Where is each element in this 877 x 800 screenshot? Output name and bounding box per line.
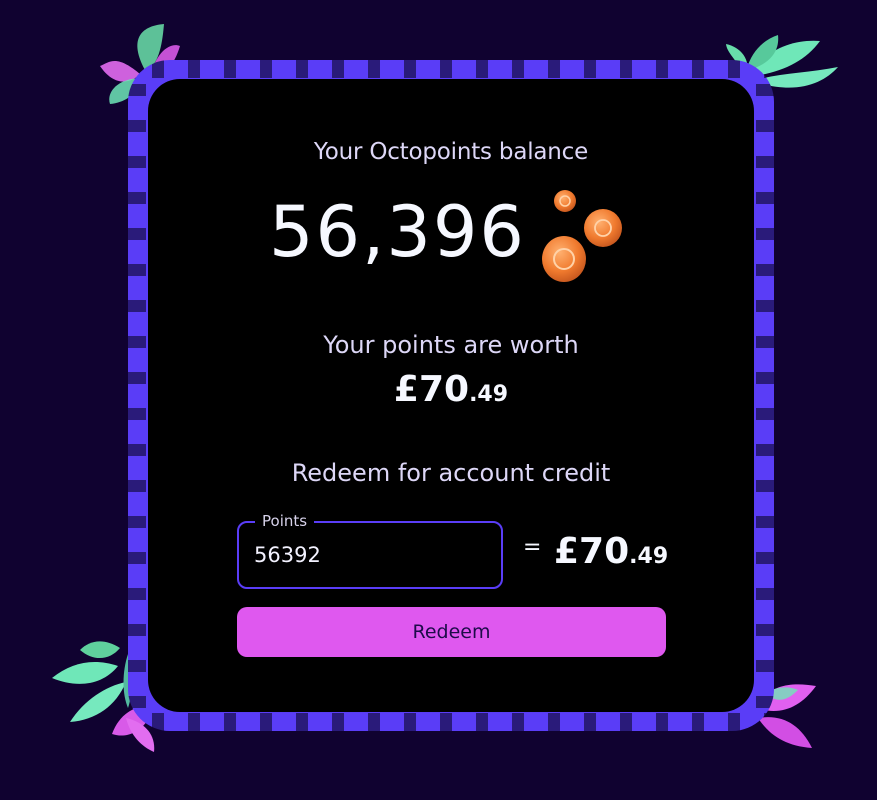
balance-row: 56,396: [148, 189, 754, 285]
points-field[interactable]: Points: [237, 512, 503, 589]
worth-pounds: £70: [393, 369, 470, 410]
worth-label: Your points are worth: [323, 331, 579, 359]
balance-value: 56,396: [269, 191, 526, 273]
equals-sign: =: [523, 535, 542, 560]
worth-pence: .49: [469, 382, 509, 407]
redeem-button[interactable]: Redeem: [237, 607, 666, 657]
credit-pence: .49: [629, 544, 669, 569]
octopoints-card: Your Octopoints balance 56,396 Your poin…: [148, 79, 754, 712]
credit-pounds: £70: [554, 531, 630, 572]
coins-icon: [542, 190, 622, 282]
octopoints-screen: Your Octopoints balance 56,396 Your poin…: [0, 0, 877, 800]
redeem-heading: Redeem for account credit: [291, 459, 611, 487]
points-input[interactable]: [254, 543, 474, 567]
points-field-label: Points: [255, 512, 315, 530]
balance-label: Your Octopoints balance: [313, 139, 589, 165]
worth-value: £70.49: [148, 369, 754, 410]
credit-value: £70.49: [554, 531, 668, 572]
